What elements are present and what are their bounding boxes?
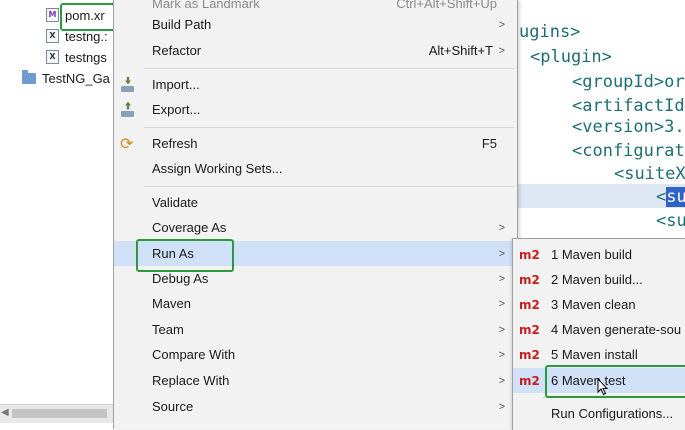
submenu-item-label: 3 Maven clean <box>551 297 636 312</box>
menu-item-team[interactable]: Team > <box>114 317 517 342</box>
import-icon <box>120 77 136 93</box>
context-menu: Mark as Landmark Ctrl+Alt+Shift+Up Build… <box>113 0 518 429</box>
m2-icon: m2 <box>519 322 540 337</box>
menu-item-label: Refresh <box>152 136 198 151</box>
menu-item-validate[interactable]: Validate <box>114 190 517 215</box>
code-line: <su <box>656 211 685 231</box>
tree-horizontal-scrollbar[interactable]: ◀ <box>0 404 115 423</box>
code-line-selected: <su <box>656 187 685 207</box>
code-line: <suiteX <box>614 164 685 184</box>
menu-item-label: Import... <box>152 77 200 92</box>
menu-item-shortcut: Alt+Shift+T <box>428 43 493 58</box>
tree-item-label: TestNG_Ga <box>42 70 110 86</box>
highlight-box-run-as <box>136 239 234 272</box>
code-line: <version>3. <box>572 117 685 137</box>
code-line: ugins> <box>519 22 581 42</box>
submenu-arrow-icon: > <box>498 44 505 57</box>
menu-item-label: Mark as Landmark <box>152 0 260 11</box>
submenu-item-label: 2 Maven build... <box>551 272 643 287</box>
submenu-item-maven-clean[interactable]: m2 3 Maven clean <box>513 292 685 317</box>
run-as-submenu: m2 1 Maven build m2 2 Maven build... m2 … <box>512 238 685 430</box>
submenu-arrow-icon: > <box>498 272 505 285</box>
menu-item-refactor[interactable]: Refactor Alt+Shift+T > <box>114 38 517 63</box>
submenu-arrow-icon: > <box>498 400 505 413</box>
submenu-item-maven-build-config[interactable]: m2 2 Maven build... <box>513 267 685 292</box>
menu-item-build-path[interactable]: Build Path > <box>114 12 517 37</box>
menu-separator <box>144 127 514 128</box>
submenu-arrow-icon: > <box>498 348 505 361</box>
m2-icon: m2 <box>519 247 540 262</box>
m2-icon: m2 <box>519 373 540 388</box>
tree-item-testngs[interactable]: X testngs <box>46 47 107 67</box>
maven-file-icon: M <box>46 8 59 22</box>
menu-item-assign-working-sets[interactable]: Assign Working Sets... <box>114 156 517 181</box>
submenu-item-label: 4 Maven generate-sou <box>551 322 682 337</box>
submenu-item-label: 5 Maven install <box>551 347 638 362</box>
menu-item-shortcut: F5 <box>481 136 497 151</box>
refresh-icon: ⟳ <box>120 133 134 153</box>
menu-item-label: Debug As <box>152 271 209 286</box>
menu-item-label: Replace With <box>152 373 230 388</box>
menu-item-label: Compare With <box>152 347 236 362</box>
submenu-arrow-icon: > <box>498 297 505 310</box>
export-icon <box>120 102 136 118</box>
submenu-arrow-icon: > <box>498 323 505 336</box>
menu-item-label: Build Path <box>152 17 212 32</box>
project-explorer: M pom.xr X testng.: X testngs TestNG_Ga … <box>0 0 124 429</box>
menu-item-import[interactable]: Import... <box>114 72 517 97</box>
selected-word: su <box>666 187 685 207</box>
menu-item-label: Maven <box>152 296 192 311</box>
menu-item-coverage-as[interactable]: Coverage As > <box>114 215 517 240</box>
menu-item-shortcut: Ctrl+Alt+Shift+Up <box>396 0 497 11</box>
menu-item-label: Export... <box>152 102 201 117</box>
xml-file-icon: X <box>46 50 59 64</box>
submenu-arrow-icon: > <box>498 221 505 234</box>
menu-item-maven[interactable]: Maven > <box>114 291 517 316</box>
menu-item-refresh[interactable]: ⟳ Refresh F5 <box>114 131 517 156</box>
menu-item-replace-with[interactable]: Replace With > <box>114 368 517 393</box>
menu-item-label: Coverage As <box>152 220 227 235</box>
submenu-item-maven-install[interactable]: m2 5 Maven install <box>513 342 685 367</box>
m2-icon: m2 <box>519 272 540 287</box>
submenu-item-maven-build[interactable]: m2 1 Maven build <box>513 242 685 267</box>
xml-file-icon: X <box>46 29 59 43</box>
menu-item-label: Validate <box>152 195 199 210</box>
code-tag-open: < <box>656 187 667 207</box>
tree-item-project[interactable]: TestNG_Ga <box>22 68 110 88</box>
menu-separator <box>144 186 514 187</box>
project-folder-icon <box>22 69 36 84</box>
menu-item-label: Source <box>152 399 194 414</box>
submenu-arrow-icon: > <box>498 247 505 260</box>
submenu-arrow-icon: > <box>498 18 505 31</box>
submenu-item-label: 1 Maven build <box>551 247 632 262</box>
code-line: <artifactId <box>572 96 685 116</box>
code-line: <groupId>or <box>572 72 685 92</box>
code-line: <configurat <box>572 141 685 161</box>
submenu-item-label: Run Configurations... <box>551 406 674 421</box>
menu-item-export[interactable]: Export... <box>114 97 517 122</box>
m2-icon: m2 <box>519 297 540 312</box>
tree-item-label: testngs <box>65 49 107 65</box>
menu-item-label: Refactor <box>152 43 202 58</box>
menu-item-label: Assign Working Sets... <box>152 161 283 176</box>
menu-item-source[interactable]: Source > <box>114 394 517 419</box>
m2-icon: m2 <box>519 347 540 362</box>
submenu-arrow-icon: > <box>498 374 505 387</box>
menu-item-label: Team <box>152 322 184 337</box>
scroll-left-arrow-icon[interactable]: ◀ <box>1 407 9 418</box>
submenu-item-maven-generate-sources[interactable]: m2 4 Maven generate-sou <box>513 317 685 342</box>
menu-separator <box>144 68 514 69</box>
code-line: <plugin> <box>530 47 612 67</box>
highlight-box-maven-test <box>545 365 685 398</box>
scrollbar-thumb[interactable] <box>12 409 107 418</box>
mouse-cursor-icon <box>597 378 609 396</box>
menu-item-compare-with[interactable]: Compare With > <box>114 342 517 367</box>
submenu-item-run-configurations[interactable]: Run Configurations... <box>513 401 685 426</box>
